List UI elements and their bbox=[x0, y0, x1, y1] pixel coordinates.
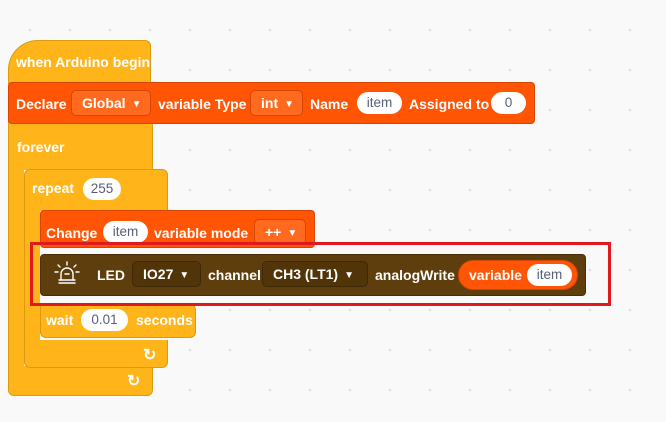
chevron-down-icon: ▼ bbox=[284, 99, 295, 110]
forever-loop-arrow-icon: ↻ bbox=[127, 373, 141, 390]
when-arduino-begin-label: when Arduino begin bbox=[16, 54, 151, 70]
highlight-frame bbox=[30, 242, 611, 306]
scope-dropdown[interactable]: Global ▼ bbox=[71, 90, 151, 116]
assigned-value-input[interactable]: 0 bbox=[491, 92, 526, 114]
change-label: Change bbox=[46, 225, 98, 241]
declare-label: Declare bbox=[16, 96, 67, 112]
forever-block-side bbox=[8, 168, 24, 368]
repeat-count-input[interactable]: 255 bbox=[83, 178, 121, 200]
variable-name-input[interactable]: item bbox=[357, 92, 402, 114]
wait-seconds-input[interactable]: 0.01 bbox=[81, 309, 128, 331]
repeat-loop-arrow-icon: ↻ bbox=[143, 347, 157, 364]
name-label: Name bbox=[310, 96, 349, 112]
type-dropdown[interactable]: int ▼ bbox=[250, 90, 303, 116]
wait-label: wait bbox=[46, 312, 74, 328]
variable-type-label: variable Type bbox=[158, 96, 247, 112]
assigned-to-label: Assigned to bbox=[409, 96, 490, 112]
forever-label: forever bbox=[17, 139, 65, 155]
wait-unit-label: seconds bbox=[136, 312, 193, 328]
change-variable-input[interactable]: item bbox=[103, 221, 148, 243]
scope-dropdown-value: Global bbox=[82, 95, 126, 111]
repeat-label: repeat bbox=[32, 180, 75, 196]
type-dropdown-value: int bbox=[261, 95, 279, 111]
chevron-down-icon: ▼ bbox=[131, 99, 142, 110]
variable-mode-label: variable mode bbox=[154, 225, 249, 241]
mode-dropdown-value: ++ bbox=[265, 224, 282, 240]
